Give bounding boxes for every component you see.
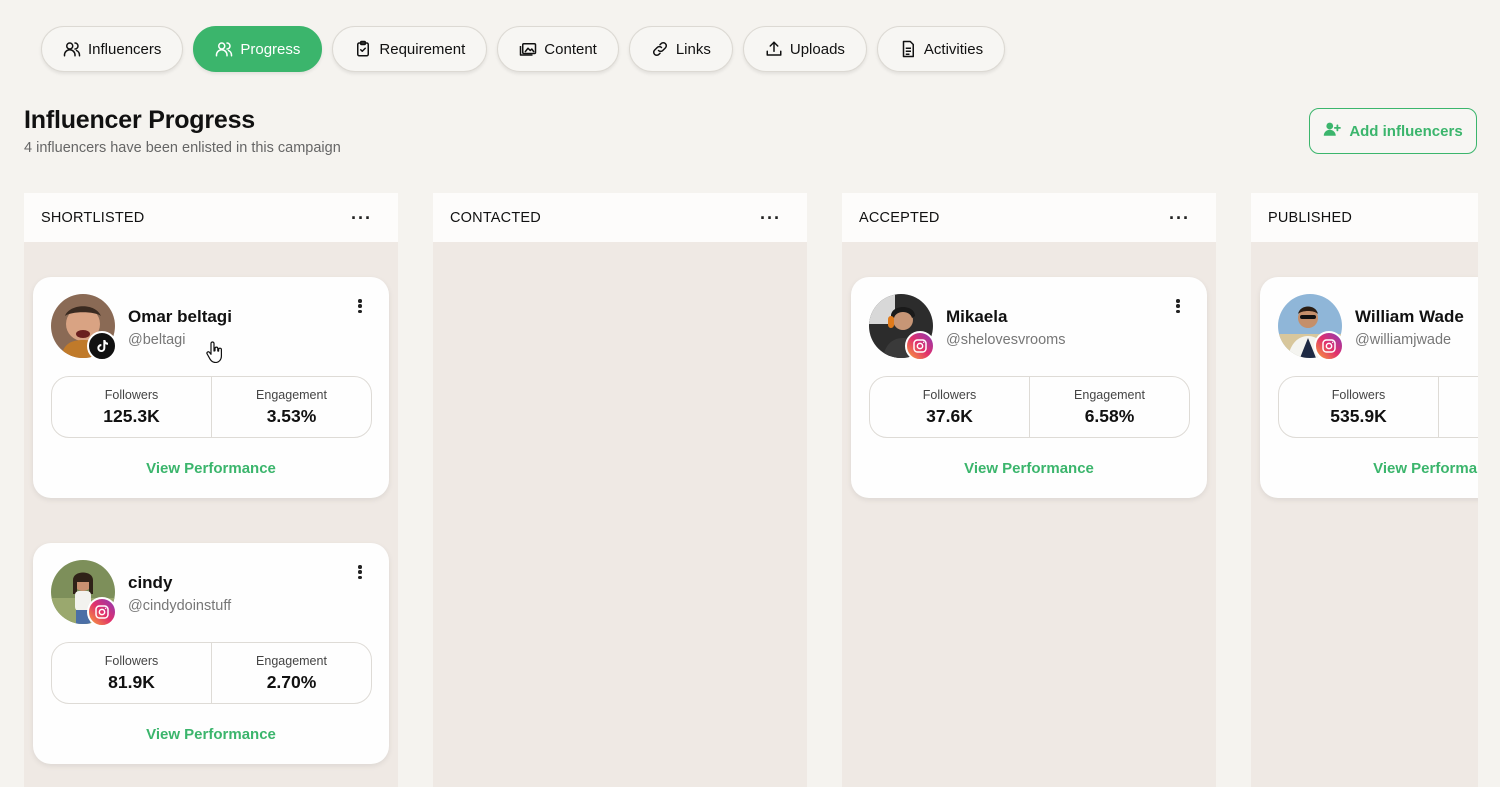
tab-label: Progress	[240, 40, 301, 58]
influencer-name: Mikaela	[946, 307, 1008, 326]
tab-links[interactable]: Links	[628, 26, 733, 72]
view-performance-link[interactable]: View Performance	[33, 460, 389, 477]
influencer-handle: @cindydoinstuff	[128, 598, 232, 614]
document-icon	[899, 40, 917, 58]
images-icon	[519, 40, 537, 58]
stat-label: Followers	[1331, 387, 1386, 402]
view-performance-link[interactable]: View Performance	[1260, 460, 1478, 477]
column-header: PUBLISHED ···	[1251, 193, 1478, 242]
tab-requirement[interactable]: Requirement	[332, 26, 488, 72]
tab-content[interactable]: Content	[497, 26, 619, 72]
column-header: ACCEPTED ···	[842, 193, 1216, 242]
column-menu-button[interactable]: ···	[351, 209, 372, 227]
page-subtitle: 4 influencers have been enlisted in this…	[24, 140, 341, 156]
stat-value: 2.70%	[266, 671, 317, 692]
stat-label: Followers	[922, 387, 977, 402]
tab-label: Uploads	[789, 40, 845, 58]
column-title: CONTACTED	[450, 209, 541, 226]
engagement-stat: Engagement 6.58%	[1029, 377, 1189, 437]
view-performance-link[interactable]: View Performance	[33, 726, 389, 743]
stat-label: Followers	[104, 653, 159, 668]
hand-cursor-icon	[206, 341, 224, 364]
column-published: PUBLISHED ··· William Wade @williamjwade…	[1251, 193, 1478, 787]
stat-value: 3.53%	[266, 405, 317, 426]
users-icon	[63, 40, 81, 58]
stat-label: Engagement	[256, 653, 327, 668]
influencer-handle: @shelovesvrooms	[946, 332, 1066, 348]
stats-box: Followers 535.9K Engagement	[1278, 376, 1478, 438]
kanban-board: SHORTLISTED ··· Omar beltagi @beltagi Fo…	[0, 193, 1478, 787]
column-title: SHORTLISTED	[41, 209, 145, 226]
stat-label: Engagement	[256, 387, 327, 402]
stats-box: Followers 37.6K Engagement 6.58%	[869, 376, 1190, 438]
instagram-icon	[1314, 331, 1344, 361]
influencer-card-cindy: cindy @cindydoinstuff Followers 81.9K En…	[33, 543, 389, 764]
tab-label: Influencers	[88, 40, 162, 58]
influencer-handle: @williamjwade	[1355, 332, 1452, 348]
tab-label: Content	[544, 40, 597, 58]
users-icon	[215, 40, 233, 58]
stats-box: Followers 81.9K Engagement 2.70%	[51, 642, 372, 704]
stat-value: 81.9K	[108, 671, 155, 692]
followers-stat: Followers 125.3K	[52, 377, 211, 437]
tab-uploads[interactable]: Uploads	[742, 26, 867, 72]
tab-progress[interactable]: Progress	[193, 26, 323, 72]
upload-icon	[765, 40, 783, 58]
stat-value: 125.3K	[103, 405, 160, 426]
stat-label: Followers	[104, 387, 159, 402]
column-menu-button[interactable]: ···	[760, 209, 781, 227]
followers-stat: Followers 535.9K	[1279, 377, 1438, 437]
column-shortlisted: SHORTLISTED ··· Omar beltagi @beltagi Fo…	[24, 193, 398, 787]
instagram-icon	[905, 331, 935, 361]
stat-value: 535.9K	[1330, 405, 1387, 426]
engagement-stat: Engagement 3.53%	[211, 377, 371, 437]
card-menu-button[interactable]	[353, 563, 367, 581]
link-icon	[651, 40, 669, 58]
stat-label: Engagement	[1074, 387, 1145, 402]
column-header: CONTACTED ···	[433, 193, 807, 242]
page-title: Influencer Progress	[24, 106, 256, 134]
influencer-name: cindy	[128, 573, 173, 592]
influencer-card-omar: Omar beltagi @beltagi Followers 125.3K E…	[33, 277, 389, 498]
influencer-name: Omar beltagi	[128, 307, 232, 326]
column-title: PUBLISHED	[1268, 209, 1352, 226]
engagement-stat: Engagement 2.70%	[211, 643, 371, 703]
tab-influencers[interactable]: Influencers	[41, 26, 184, 72]
instagram-icon	[87, 597, 117, 627]
tab-bar: Influencers Progress Requirement Content…	[41, 26, 1006, 72]
tab-activities[interactable]: Activities	[876, 26, 1006, 72]
column-header: SHORTLISTED ···	[24, 193, 398, 242]
card-menu-button[interactable]	[1171, 297, 1185, 315]
tab-label: Activities	[923, 40, 984, 58]
stat-value: 6.58%	[1084, 405, 1135, 426]
view-performance-link[interactable]: View Performance	[851, 460, 1207, 477]
followers-stat: Followers 37.6K	[870, 377, 1029, 437]
add-user-icon	[1323, 120, 1342, 142]
card-menu-button[interactable]	[353, 297, 367, 315]
tiktok-icon	[87, 331, 117, 361]
clipboard-icon	[354, 40, 372, 58]
stat-value: 37.6K	[926, 405, 973, 426]
tab-label: Links	[675, 40, 711, 58]
column-menu-button[interactable]: ···	[1169, 209, 1190, 227]
add-influencers-label: Add influencers	[1349, 122, 1463, 140]
column-contacted: CONTACTED ···	[433, 193, 807, 787]
influencer-card-mikaela: Mikaela @shelovesvrooms Followers 37.6K …	[851, 277, 1207, 498]
add-influencers-button[interactable]: Add influencers	[1309, 108, 1477, 154]
influencer-card-william: William Wade @williamjwade Followers 535…	[1260, 277, 1478, 498]
engagement-stat: Engagement	[1438, 377, 1478, 437]
column-title: ACCEPTED	[859, 209, 940, 226]
column-accepted: ACCEPTED ··· Mikaela @shelovesvrooms Fol…	[842, 193, 1216, 787]
influencer-name: William Wade	[1355, 307, 1464, 326]
influencer-handle: @beltagi	[128, 332, 186, 348]
stats-box: Followers 125.3K Engagement 3.53%	[51, 376, 372, 438]
followers-stat: Followers 81.9K	[52, 643, 211, 703]
tab-label: Requirement	[379, 40, 466, 58]
